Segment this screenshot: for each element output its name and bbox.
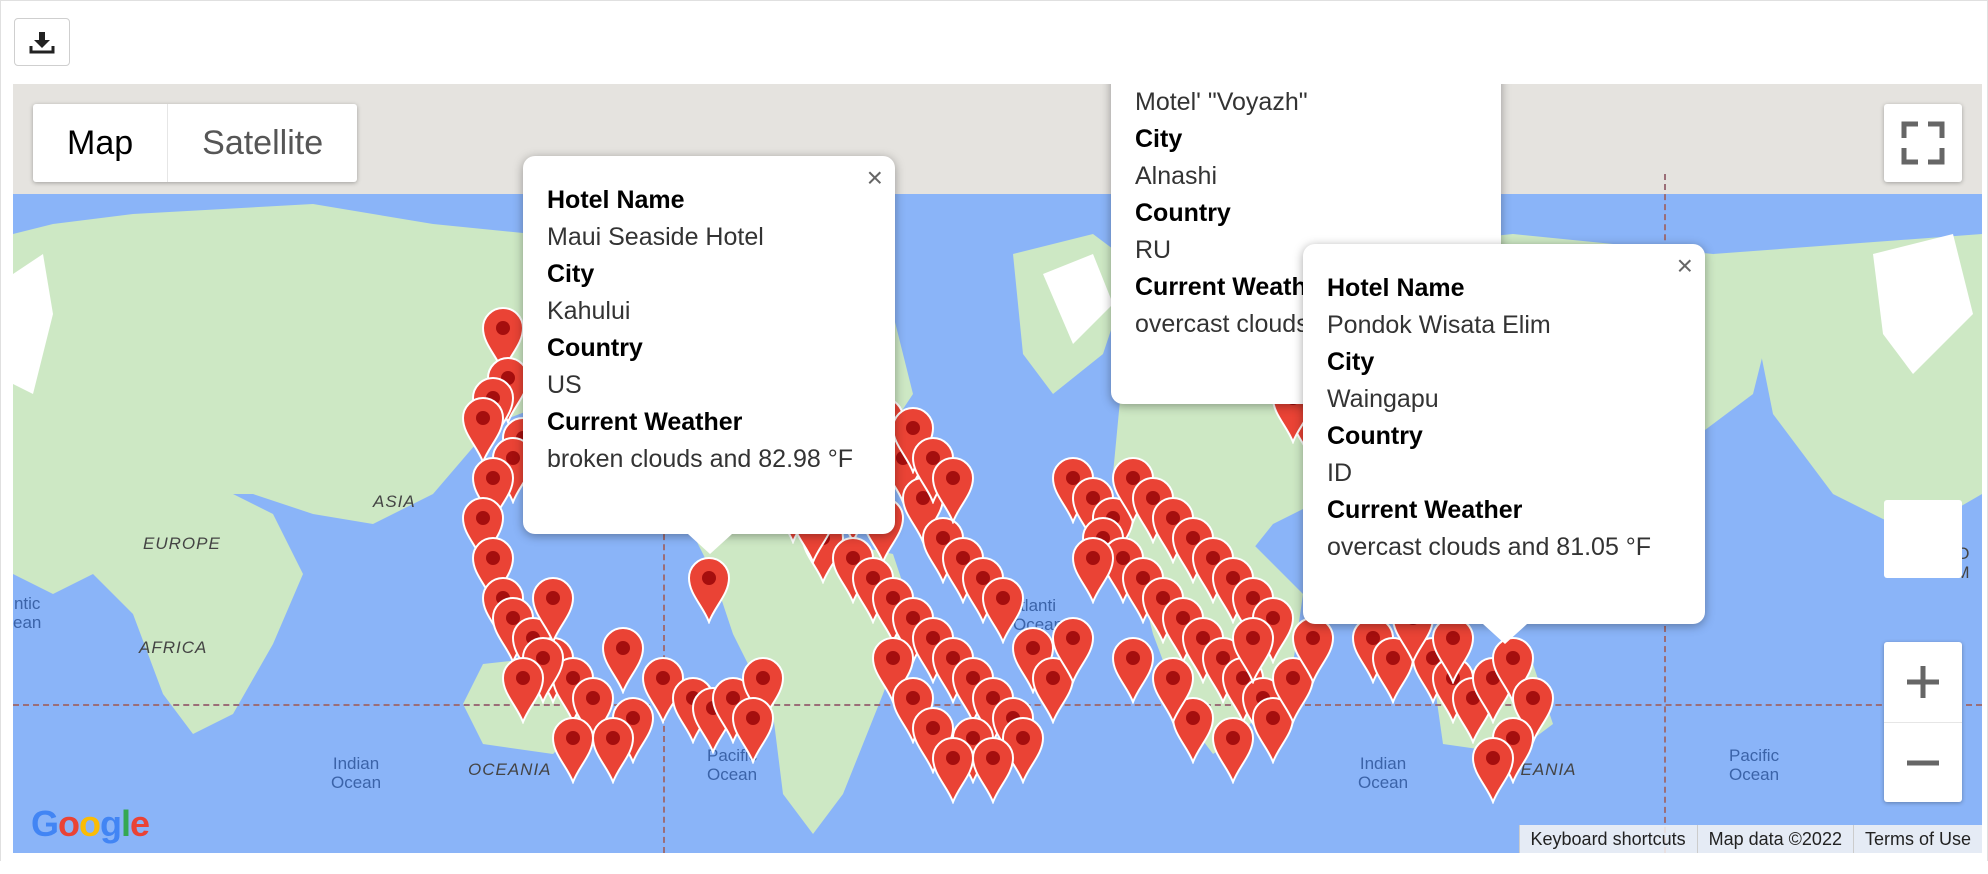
ocean-label-pacific-right: Pacific Ocean	[1729, 746, 1780, 784]
map-marker[interactable]	[1149, 654, 1197, 724]
map-type-map-button[interactable]: Map	[33, 104, 169, 182]
close-icon[interactable]: ×	[867, 162, 883, 194]
map-marker[interactable]	[1049, 614, 1097, 684]
ocean-label-indian-right: Indian Ocean	[1358, 754, 1409, 792]
city-value: Alnashi	[1135, 162, 1217, 190]
info-window-tail	[1483, 624, 1527, 644]
hotel-name-value: Maui Seaside Hotel	[547, 223, 764, 251]
country-value: US	[547, 371, 582, 399]
info-window-waingapu: × Hotel Name Pondok Wisata Elim City Wai…	[1303, 244, 1705, 624]
fullscreen-button[interactable]	[1884, 104, 1962, 182]
city-value: Waingapu	[1327, 385, 1439, 413]
ocean-label-indian-left: Indian Ocean	[331, 754, 382, 792]
fullscreen-icon	[1901, 121, 1945, 165]
ocean-label-atlantic-left: ntic ean	[13, 594, 42, 632]
country-label: Country	[1327, 422, 1423, 450]
weather-value: broken clouds and 82.98 °F	[547, 445, 854, 473]
hotel-name-label: Hotel Name	[547, 186, 685, 214]
map-type-satellite-button[interactable]: Satellite	[168, 104, 357, 182]
hotel-name-value: Pondok Wisata Elim	[1327, 311, 1551, 339]
city-label: City	[1327, 348, 1375, 376]
google-logo: Google	[31, 803, 150, 844]
region-label-oceania-left: OCEANIA	[468, 760, 552, 779]
map-marker[interactable]	[499, 654, 547, 724]
weather-label: Current Weather	[547, 408, 743, 436]
street-view-pegman[interactable]	[1884, 500, 1962, 578]
map-type-control: Map Satellite	[33, 104, 358, 182]
zoom-out-button[interactable]	[1884, 723, 1962, 802]
map-marker[interactable]	[589, 714, 637, 784]
info-window-kahului: × Hotel Name Maui Seaside Hotel City Kah…	[523, 156, 895, 534]
weather-label: Current Weather	[1327, 496, 1523, 524]
info-window-tail	[688, 534, 732, 554]
download-icon	[29, 32, 55, 54]
plus-icon	[1907, 666, 1939, 698]
terms-of-use-link[interactable]: Terms of Use	[1852, 825, 1982, 853]
city-label: City	[547, 260, 595, 288]
map-marker[interactable]	[1069, 534, 1117, 604]
zoom-control	[1884, 642, 1962, 802]
map-marker[interactable]	[1289, 614, 1337, 684]
hotel-name-label: Hotel Name	[1327, 274, 1465, 302]
zoom-in-button[interactable]	[1884, 642, 1962, 723]
minus-icon	[1907, 760, 1939, 765]
keyboard-shortcuts-link[interactable]: Keyboard shortcuts	[1518, 825, 1697, 853]
region-label-asia: ASIA	[373, 492, 416, 511]
map-data-text: Map data ©2022	[1696, 825, 1853, 853]
city-label: City	[1135, 125, 1183, 153]
map-marker[interactable]	[929, 734, 977, 804]
country-value: ID	[1327, 459, 1352, 487]
download-button[interactable]	[14, 18, 70, 66]
region-label-europe: EUROPE	[143, 534, 221, 553]
map-marker[interactable]	[929, 454, 977, 524]
city-value: Kahului	[547, 297, 631, 325]
map-marker[interactable]	[1469, 734, 1517, 804]
map[interactable]: ASIA EUROPE AFRICA OCEANIA OCEANIA ntic …	[13, 84, 1982, 853]
close-icon[interactable]: ×	[1677, 250, 1693, 282]
region-label-africa: AFRICA	[139, 638, 208, 657]
map-footer: Keyboard shortcuts Map data ©2022 Terms …	[1518, 825, 1982, 853]
country-label: Country	[547, 334, 643, 362]
map-marker[interactable]	[729, 694, 777, 764]
map-marker-kahului[interactable]	[685, 554, 733, 624]
map-marker[interactable]	[1229, 614, 1277, 684]
weather-value: overcast clouds and 81.05 °F	[1327, 533, 1652, 561]
hotel-name-value: Motel' "Voyazh"	[1135, 88, 1308, 116]
country-label: Country	[1135, 199, 1231, 227]
